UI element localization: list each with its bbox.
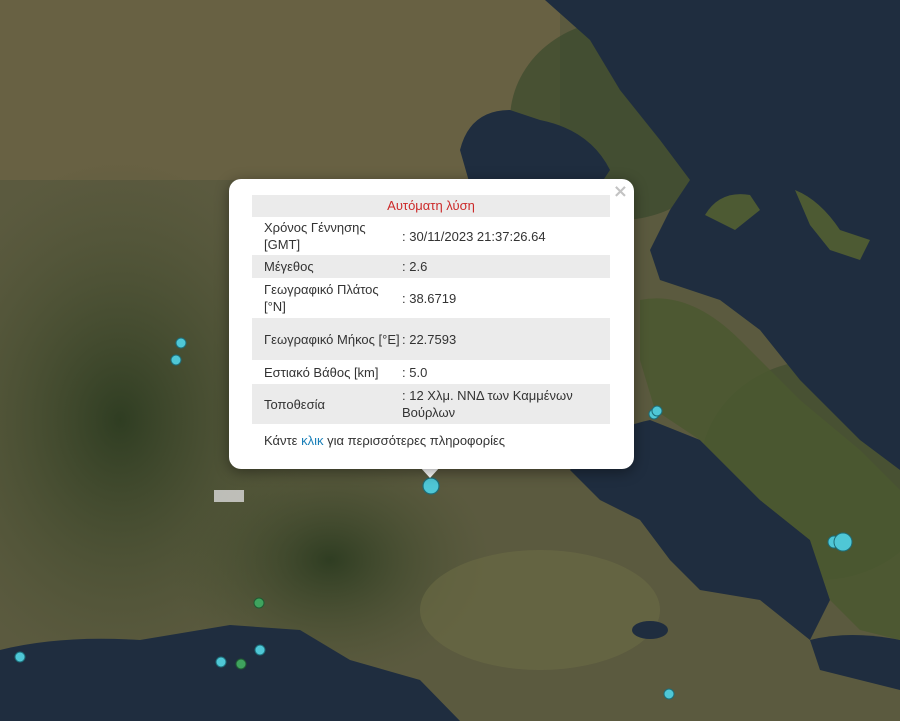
popup-title: Αυτόματη λύση <box>252 195 610 217</box>
earthquake-details-table: Χρόνος Γέννησης [GMT] : 30/11/2023 21:37… <box>252 217 610 424</box>
table-row: Γεωγραφικό Πλάτος [°N] : 38.6719 <box>252 278 610 318</box>
depth-value: : 5.0 <box>402 364 428 380</box>
longitude-label: Γεωγραφικό Μήκος [°E] <box>252 318 400 360</box>
time-value: : 30/11/2023 21:37:26.64 <box>402 228 546 244</box>
table-row: Χρόνος Γέννησης [GMT] : 30/11/2023 21:37… <box>252 217 610 255</box>
quake-marker[interactable] <box>663 688 675 700</box>
longitude-value: : 22.7593 <box>400 318 610 360</box>
table-row: Γεωγραφικό Μήκος [°E] : 22.7593 <box>252 318 610 360</box>
location-label: Τοποθεσία <box>252 384 400 424</box>
table-row: Τοποθεσία : 12 Χλμ. ΝΝΔ των Καμμένων Βού… <box>252 384 610 424</box>
quake-marker[interactable] <box>215 656 227 668</box>
quake-marker-green[interactable] <box>253 597 265 609</box>
close-icon[interactable]: × <box>613 181 628 202</box>
depth-label: Εστιακό Βάθος [km] <box>264 364 379 380</box>
latitude-label: Γεωγραφικό Πλάτος [°N] <box>264 282 379 314</box>
magnitude-label: Μέγεθος <box>252 255 400 278</box>
more-info-text: Κάντε κλικ για περισσότερες πληροφορίες <box>264 433 506 448</box>
table-row: Μέγεθος : 2.6 <box>252 255 610 278</box>
location-value: : 12 Χλμ. ΝΝΔ των Καμμένων Βούρλων <box>400 384 610 424</box>
quake-marker[interactable] <box>833 532 853 552</box>
latitude-value: : 38.6719 <box>402 290 457 306</box>
quake-marker-selected[interactable] <box>422 477 440 495</box>
quake-marker[interactable] <box>175 337 187 349</box>
quake-marker-green[interactable] <box>235 658 247 670</box>
earthquake-popup: × Αυτόματη λύση Χρόνος Γέννησης [GMT] : … <box>229 179 634 469</box>
quake-marker[interactable] <box>14 651 26 663</box>
magnitude-value: : 2.6 <box>400 255 610 278</box>
quake-marker[interactable] <box>254 644 266 656</box>
more-info-link[interactable]: κλικ <box>301 433 323 448</box>
quake-marker[interactable] <box>651 405 663 417</box>
table-row: Εστιακό Βάθος [km] : 5.0 <box>252 360 610 384</box>
quake-marker[interactable] <box>170 354 182 366</box>
time-label: Χρόνος Γέννησης [GMT] <box>264 220 366 252</box>
